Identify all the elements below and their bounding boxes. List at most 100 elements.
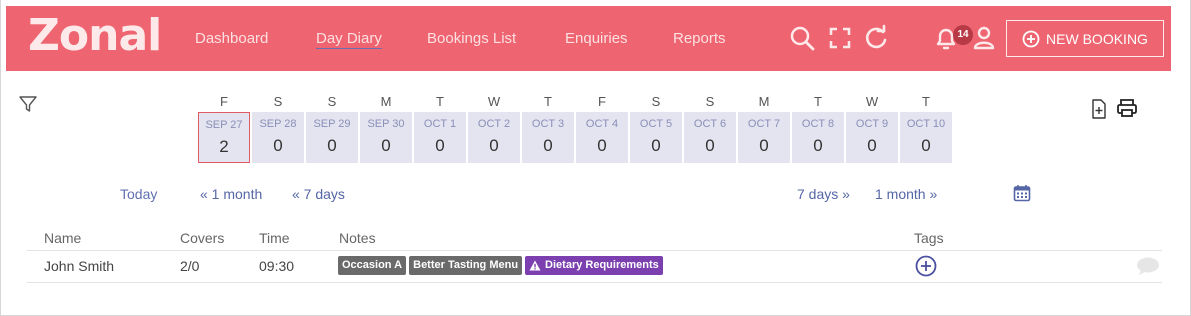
day-of-week: T [814,94,822,109]
new-booking-button[interactable]: NEW BOOKING [1006,20,1164,57]
day-date: OCT 10 [906,118,946,130]
back-seven-days-link[interactable]: « 7 days [292,186,345,202]
add-file-icon[interactable] [1090,99,1108,119]
day-booking-count: 0 [759,136,769,155]
day-of-week: T [922,94,930,109]
day-of-week: S [651,94,661,109]
booking-name[interactable]: John Smith [44,258,114,274]
column-header-notes[interactable]: Notes [339,230,376,246]
new-booking-label: NEW BOOKING [1046,30,1148,47]
plus-circle-icon [1022,30,1040,47]
warning-icon [529,260,541,271]
day-booking-count: 0 [651,136,661,155]
row-divider [27,282,1162,283]
day-box[interactable]: OCT 2 0 [468,112,520,163]
day-box[interactable]: OCT 4 0 [576,112,628,163]
column-header-name[interactable]: Name [44,230,81,246]
day-booking-count: 0 [327,136,337,155]
search-icon[interactable] [788,24,816,52]
back-one-month-link[interactable]: « 1 month [200,186,262,202]
day-column[interactable]: T OCT 3 0 [522,92,574,163]
day-box[interactable]: OCT 9 0 [846,112,898,163]
day-booking-count: 0 [489,136,499,155]
day-box[interactable]: SEP 30 0 [360,112,412,163]
comment-icon[interactable] [1136,256,1160,276]
day-column[interactable]: T OCT 10 0 [900,92,952,163]
day-column[interactable]: T OCT 8 0 [792,92,844,163]
day-booking-count: 0 [813,136,823,155]
day-box[interactable]: OCT 7 0 [738,112,790,163]
day-column[interactable]: M OCT 7 0 [738,92,790,163]
day-booking-count: 0 [435,136,445,155]
column-header-covers[interactable]: Covers [180,230,224,246]
day-booking-count: 0 [705,136,715,155]
day-of-week: T [436,94,444,109]
day-date: OCT 2 [477,118,511,130]
fullscreen-icon[interactable] [826,24,854,52]
day-date: OCT 3 [531,118,565,130]
refresh-icon[interactable] [862,24,890,52]
nav-enquiries[interactable]: Enquiries [565,30,628,47]
day-of-week: F [598,94,606,109]
day-of-week: S [705,94,715,109]
note-tag-tasting-menu[interactable]: Better Tasting Menu [409,256,523,275]
day-column[interactable]: W OCT 2 0 [468,92,520,163]
print-icon[interactable] [1116,98,1138,118]
day-column[interactable]: S OCT 6 0 [684,92,736,163]
day-of-week: W [865,94,879,109]
day-date: OCT 9 [855,118,889,130]
nav-day-diary[interactable]: Day Diary [316,30,382,49]
calendar-icon[interactable] [1013,184,1031,202]
day-column[interactable]: F OCT 4 0 [576,92,628,163]
note-tag-dietary-label: Dietary Requirements [545,259,659,271]
note-tag-occasion[interactable]: Occasion A [338,256,407,275]
day-column[interactable]: S OCT 5 0 [630,92,682,163]
day-box[interactable]: OCT 3 0 [522,112,574,163]
day-of-week: T [544,94,552,109]
day-booking-count: 0 [381,136,391,155]
day-booking-count: 0 [597,136,607,155]
day-date: OCT 8 [801,118,835,130]
nav-bookings-list[interactable]: Bookings List [427,30,516,47]
column-header-time[interactable]: Time [259,230,290,246]
day-box[interactable]: OCT 1 0 [414,112,466,163]
day-column[interactable]: S SEP 28 0 [252,92,304,163]
filter-icon[interactable] [18,94,38,114]
note-tag-dietary[interactable]: Dietary Requirements [525,256,663,275]
day-column[interactable]: M SEP 30 0 [360,92,412,163]
column-header-tags[interactable]: Tags [914,230,944,246]
day-date: OCT 1 [423,118,457,130]
day-box[interactable]: OCT 10 0 [900,112,952,163]
today-link[interactable]: Today [120,186,157,202]
day-of-week: F [220,94,228,109]
top-navbar: Zonal Dashboard Day Diary Bookings List … [6,6,1171,71]
day-booking-count: 0 [543,136,553,155]
day-box[interactable]: OCT 6 0 [684,112,736,163]
day-box[interactable]: OCT 5 0 [630,112,682,163]
day-date: SEP 27 [205,119,243,131]
header-divider [27,250,1162,251]
day-box[interactable]: SEP 27 2 [198,112,250,163]
user-icon[interactable] [970,24,998,52]
zonal-logo[interactable]: Zonal [28,11,162,61]
day-date: SEP 29 [313,118,351,130]
nav-dashboard[interactable]: Dashboard [195,30,268,47]
day-column[interactable]: W OCT 9 0 [846,92,898,163]
day-box[interactable]: SEP 29 0 [306,112,358,163]
day-of-week: W [487,94,501,109]
day-of-week: S [273,94,283,109]
forward-seven-days-link[interactable]: 7 days » [797,186,850,202]
day-column[interactable]: T OCT 1 0 [414,92,466,163]
day-date: OCT 4 [585,118,619,130]
day-column[interactable]: S SEP 29 0 [306,92,358,163]
day-date: OCT 5 [639,118,673,130]
forward-one-month-link[interactable]: 1 month » [875,186,937,202]
day-booking-count: 0 [273,136,283,155]
add-tag-icon[interactable] [915,255,937,277]
booking-notes: Occasion A Better Tasting Menu Dietary R… [338,256,663,275]
nav-reports[interactable]: Reports [673,30,726,47]
day-box[interactable]: SEP 28 0 [252,112,304,163]
day-box[interactable]: OCT 8 0 [792,112,844,163]
day-of-week: S [327,94,337,109]
day-column[interactable]: F SEP 27 2 [198,92,250,163]
